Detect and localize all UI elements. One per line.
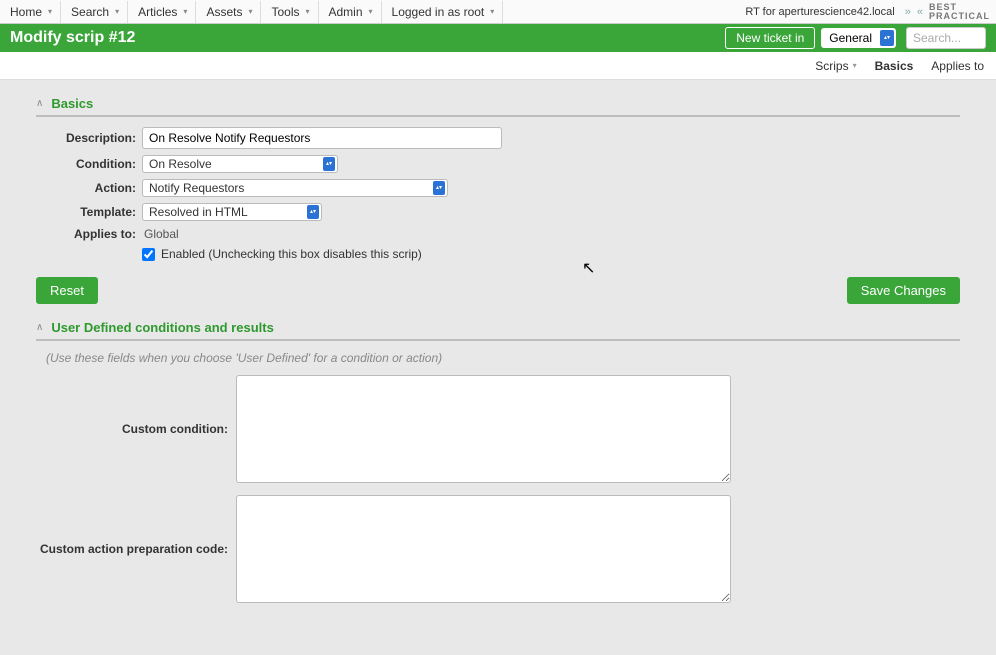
collapse-arrow-icon[interactable]: ∧ — [36, 98, 43, 109]
tab-label: Scrips — [815, 59, 848, 73]
label-custom-condition: Custom condition — [36, 422, 236, 436]
menu-label: Home — [10, 5, 42, 19]
tab-basics[interactable]: Basics — [875, 59, 914, 73]
menubar-right: RT for aperturescience42.local » « BEST … — [745, 3, 996, 21]
queue-select-value: General — [829, 31, 872, 45]
double-chevron-left-icon: « — [917, 6, 923, 18]
chevron-down-icon: ▾ — [853, 61, 857, 70]
subnav-tabs: Scrips ▾ Basics Applies to — [0, 52, 996, 80]
tab-label: Basics — [875, 59, 914, 73]
chevron-down-icon: ▾ — [369, 7, 373, 16]
updown-icon: ▴▾ — [307, 205, 319, 219]
menu-search[interactable]: Search ▾ — [61, 1, 128, 23]
custom-action-prep-textarea[interactable] — [236, 495, 731, 603]
condition-select[interactable]: On Resolve ▴▾ — [142, 155, 338, 173]
menu-label: Articles — [138, 5, 177, 19]
menu-label: Tools — [271, 5, 299, 19]
global-search-input[interactable] — [906, 27, 986, 49]
collapse-arrow-icon[interactable]: ∧ — [36, 322, 43, 333]
section-title: User Defined conditions and results — [51, 320, 274, 335]
label-applies-to: Applies to — [36, 227, 142, 241]
menu-label: Logged in as root — [392, 5, 485, 19]
chevron-down-icon: ▾ — [48, 7, 52, 16]
chevron-down-icon: ▾ — [305, 7, 309, 16]
label-action: Action — [36, 181, 142, 195]
menu-label: Search — [71, 5, 109, 19]
label-template: Template — [36, 205, 142, 219]
updown-icon: ▴▾ — [433, 181, 445, 195]
tab-scrips[interactable]: Scrips ▾ — [815, 59, 856, 73]
tab-label: Applies to — [931, 59, 984, 73]
description-input[interactable] — [142, 127, 502, 149]
user-defined-hint: (Use these fields when you choose 'User … — [46, 351, 960, 365]
menu-logged-in[interactable]: Logged in as root ▾ — [382, 1, 504, 23]
best-practical-logo: BEST PRACTICAL — [929, 3, 990, 21]
action-select[interactable]: Notify Requestors ▴▾ — [142, 179, 448, 197]
double-chevron-right-icon: » — [905, 6, 911, 18]
chevron-down-icon: ▾ — [490, 7, 494, 16]
queue-select[interactable]: General ▴▾ — [821, 28, 896, 48]
chevron-down-icon: ▾ — [183, 7, 187, 16]
new-ticket-button[interactable]: New ticket in — [725, 27, 815, 49]
enabled-label: Enabled (Unchecking this box disables th… — [161, 247, 422, 261]
menu-label: Admin — [329, 5, 363, 19]
tab-applies-to[interactable]: Applies to — [931, 59, 984, 73]
menu-home[interactable]: Home ▾ — [0, 1, 61, 23]
action-value: Notify Requestors — [149, 181, 425, 195]
page-titlebar: Modify scrip #12 New ticket in General ▴… — [0, 24, 996, 52]
section-basics: ∧ Basics Description Condition On Resolv… — [36, 96, 960, 261]
reset-button[interactable]: Reset — [36, 277, 98, 304]
updown-icon: ▴▾ — [880, 30, 894, 46]
chevron-down-icon: ▾ — [115, 7, 119, 16]
applies-to-value: Global — [142, 227, 179, 241]
section-user-defined: ∧ User Defined conditions and results — [36, 320, 960, 341]
chevron-down-icon: ▾ — [248, 7, 252, 16]
template-select[interactable]: Resolved in HTML ▴▾ — [142, 203, 322, 221]
page-title: Modify scrip #12 — [10, 29, 135, 47]
enabled-checkbox[interactable] — [142, 248, 155, 261]
top-menubar: Home ▾ Search ▾ Articles ▾ Assets ▾ Tool… — [0, 0, 996, 24]
condition-value: On Resolve — [149, 157, 315, 171]
section-title: Basics — [51, 96, 93, 111]
save-changes-button[interactable]: Save Changes — [847, 277, 960, 304]
menu-label: Assets — [206, 5, 242, 19]
action-button-row: Reset Save Changes — [36, 277, 960, 304]
menu-tools[interactable]: Tools ▾ — [261, 1, 318, 23]
label-custom-action-prep: Custom action preparation code — [36, 542, 236, 556]
menu-assets[interactable]: Assets ▾ — [196, 1, 261, 23]
label-description: Description — [36, 131, 142, 145]
menu-articles[interactable]: Articles ▾ — [128, 1, 196, 23]
menu-admin[interactable]: Admin ▾ — [319, 1, 382, 23]
label-condition: Condition — [36, 157, 142, 171]
rt-instance-label: RT for aperturescience42.local — [745, 6, 898, 18]
updown-icon: ▴▾ — [323, 157, 335, 171]
custom-condition-textarea[interactable] — [236, 375, 731, 483]
template-value: Resolved in HTML — [149, 205, 299, 219]
